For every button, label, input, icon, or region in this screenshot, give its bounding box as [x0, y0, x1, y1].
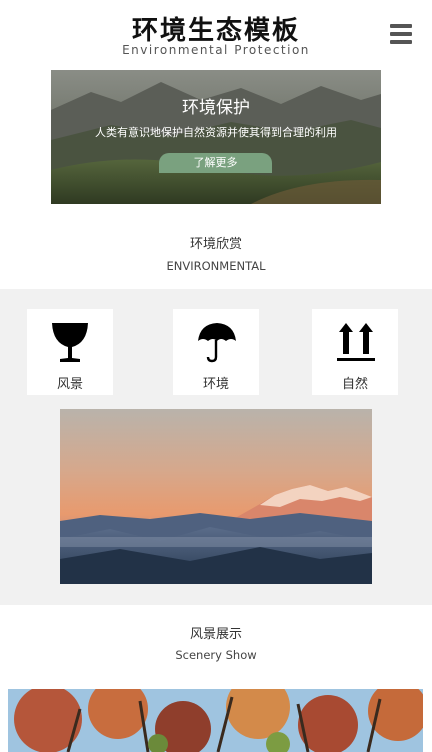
hero-banner: 环境保护 人类有意识地保护自然资源并使其得到合理的利用 了解更多 — [51, 70, 381, 204]
feature-nature[interactable]: 自然 — [312, 309, 398, 395]
mountain-sunset-image — [60, 409, 372, 584]
feature-label: 自然 — [341, 377, 368, 392]
site-title[interactable]: 环境生态模板 — [0, 10, 432, 47]
feature-scenery[interactable]: 风景 — [27, 309, 113, 395]
header: 环境生态模板 Environmental Protection — [0, 0, 432, 66]
learn-more-button[interactable]: 了解更多 — [159, 153, 272, 173]
wine-glass-icon — [52, 323, 88, 362]
umbrella-icon — [198, 323, 236, 363]
section-title-environment: 环境欣赏 — [189, 237, 242, 252]
banner-title: 环境保护 — [182, 98, 250, 118]
section-title-scenery: 风景展示 — [189, 627, 242, 642]
feature-label: 风景 — [56, 377, 83, 392]
feature-environment[interactable]: 环境 — [173, 309, 259, 395]
site-subtitle: Environmental Protection — [122, 43, 310, 57]
feature-label: 环境 — [202, 377, 229, 392]
hamburger-icon[interactable] — [390, 24, 412, 44]
section-subtitle-scenery: Scenery Show — [175, 648, 257, 662]
banner-description: 人类有意识地保护自然资源并使其得到合理的利用 — [95, 126, 337, 139]
autumn-trees-image — [8, 689, 423, 752]
section-subtitle-environment: ENVIRONMENTAL — [166, 259, 266, 273]
arrows-up-icon — [337, 323, 375, 361]
